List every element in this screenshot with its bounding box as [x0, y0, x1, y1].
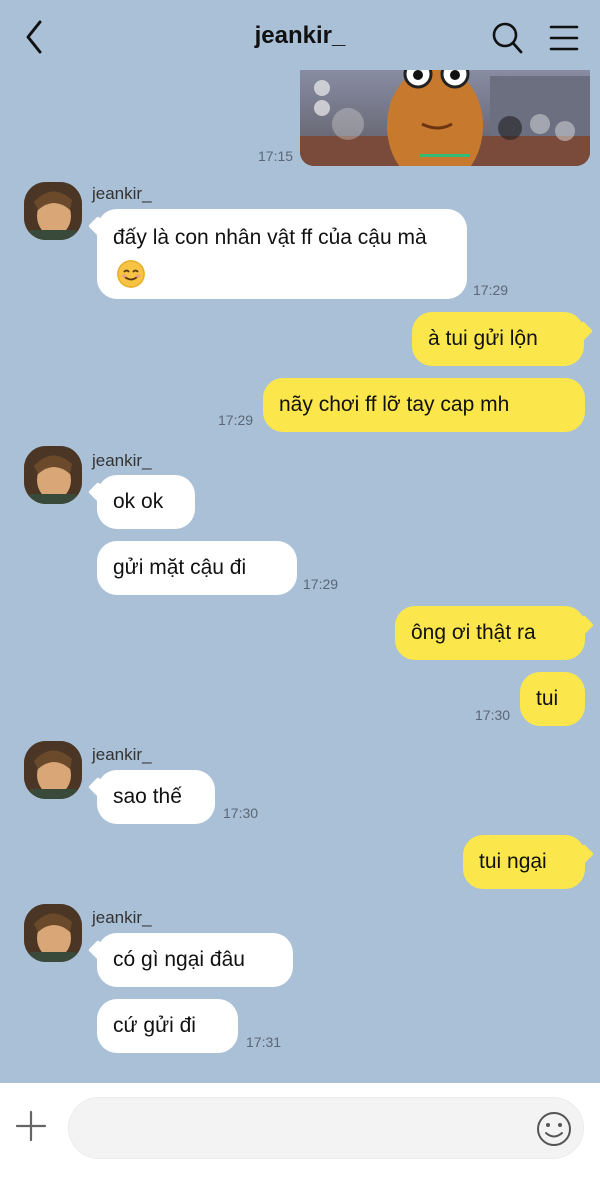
avatar-image	[24, 182, 82, 240]
photo-message[interactable]	[300, 66, 590, 166]
message-bubble[interactable]: đấy là con nhân vật ff của cậu mà	[97, 209, 467, 299]
message-text: ok ok	[113, 490, 164, 513]
message-bubble[interactable]: gửi mặt cậu đi	[97, 541, 297, 595]
hamburger-menu-icon	[549, 25, 579, 51]
sender-name: jeankir_	[92, 184, 152, 203]
menu-button[interactable]	[546, 20, 582, 56]
sender-name: jeankir_	[92, 451, 152, 470]
message-input-bar	[0, 1083, 600, 1193]
message-bubble[interactable]: ok ok	[97, 475, 195, 529]
avatar[interactable]	[24, 741, 82, 799]
sender-name: jeankir_	[92, 745, 152, 764]
avatar-image	[24, 741, 82, 799]
game-screenshot-image	[300, 66, 590, 166]
message-text: tui	[536, 687, 559, 710]
message-input[interactable]	[68, 1097, 584, 1159]
message-text: à tui gửi lộn	[428, 327, 538, 350]
message-text: cứ gửi đi	[113, 1014, 196, 1037]
avatar-image	[24, 446, 82, 504]
message-bubble[interactable]: tui	[520, 672, 585, 726]
message-time: 17:29	[473, 282, 509, 298]
message-text: nãy chơi ff lỡ tay cap mh	[279, 393, 510, 416]
avatar[interactable]	[24, 446, 82, 504]
smiling-face-emoji	[117, 260, 145, 288]
attach-button[interactable]	[14, 1109, 48, 1143]
message-bubble[interactable]: nãy chơi ff lỡ tay cap mh	[263, 378, 585, 432]
message-text: gửi mặt cậu đi	[113, 556, 247, 579]
chat-header: jeankir_	[0, 0, 600, 70]
message-text: đấy là con nhân vật ff của cậu mà	[113, 226, 427, 249]
emoji-button[interactable]	[534, 1109, 574, 1149]
message-time: 17:15	[258, 148, 294, 164]
message-time: 17:29	[218, 412, 254, 428]
message-bubble[interactable]: cứ gửi đi	[97, 999, 238, 1053]
avatar-image	[24, 904, 82, 962]
message-bubble[interactable]: tui ngại	[463, 835, 585, 889]
message-bubble[interactable]: có gì ngại đâu	[97, 933, 293, 987]
avatar[interactable]	[24, 904, 82, 962]
message-time: 17:30	[475, 707, 511, 723]
message-time: 17:29	[303, 576, 339, 592]
message-time: 17:30	[223, 805, 259, 821]
avatar[interactable]	[24, 182, 82, 240]
message-text: có gì ngại đâu	[113, 948, 245, 971]
search-button[interactable]	[488, 20, 528, 56]
search-icon	[492, 22, 523, 54]
plus-icon	[15, 1110, 47, 1142]
message-bubble[interactable]: à tui gửi lộn	[412, 312, 584, 366]
message-bubble[interactable]: sao thế	[97, 770, 215, 824]
message-bubble[interactable]: ông ơi thật ra	[395, 606, 585, 660]
smiley-icon	[537, 1112, 571, 1146]
message-text: tui ngại	[479, 850, 547, 873]
message-time: 17:31	[246, 1034, 282, 1050]
message-text: sao thế	[113, 785, 182, 808]
message-text: ông ơi thật ra	[411, 621, 536, 644]
sender-name: jeankir_	[92, 908, 152, 927]
